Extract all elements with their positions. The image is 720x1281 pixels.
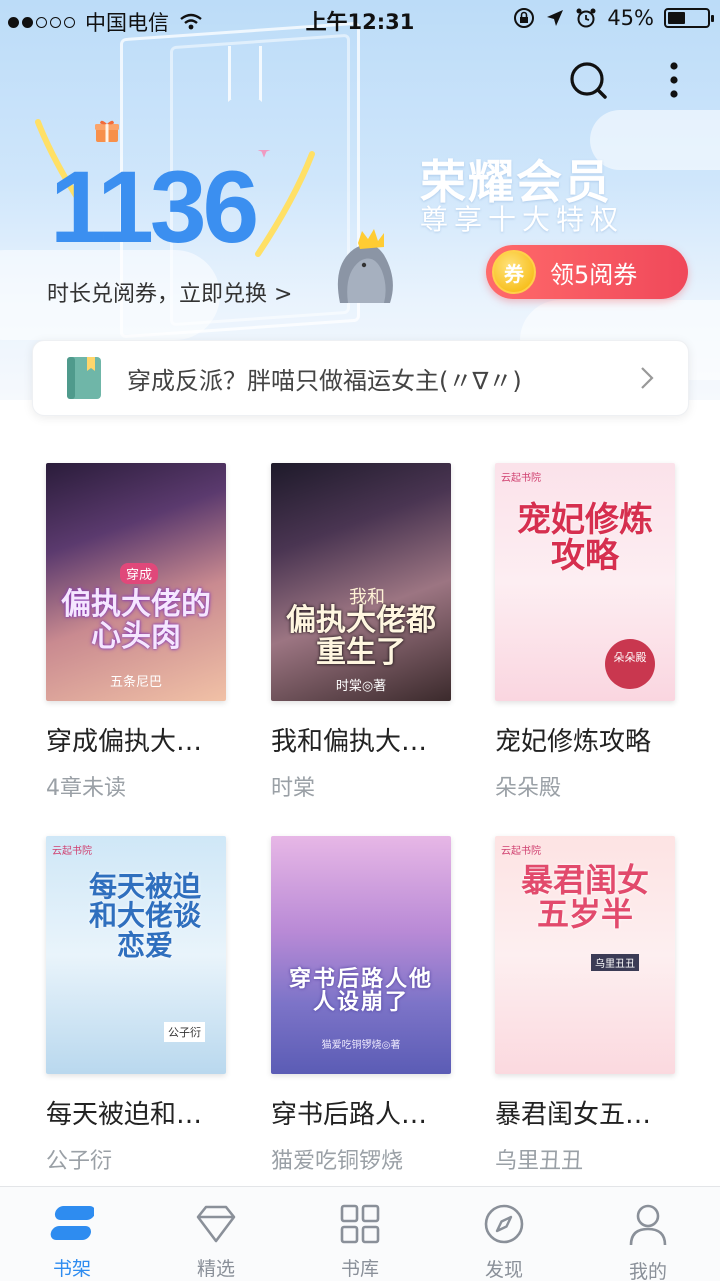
book-title: 我和偏执大… [271,727,428,757]
book-item[interactable]: 穿书后路人他人设崩了 猫爱吃铜锣烧◎著 穿书后路人… 猫爱吃铜锣烧 [271,836,451,1175]
book-item[interactable]: 云起书院 宠妃修炼攻略 朵朵殿 宠妃修炼攻略 朵朵殿 [495,463,675,802]
cover-author: 时棠◎著 [335,679,387,694]
tab-profile[interactable]: 我的 [576,1187,720,1281]
reading-minutes: 1136 [50,150,259,264]
search-button[interactable] [568,60,608,100]
penguin-mascot-icon [337,229,393,303]
tab-bookshelf[interactable]: 书架 [0,1187,144,1281]
sparkle-decoration [255,150,315,257]
bottom-tab-bar: 书架 精选 书库 发现 我的 [0,1186,720,1281]
cover-author: 朵朵殿 [605,639,655,689]
cover-author: 公子衍 [164,1022,205,1042]
cover-author: 猫爱吃铜锣烧◎著 [321,1040,401,1051]
grid-icon [340,1204,380,1243]
cover-publisher-tag: 云起书院 [52,846,92,857]
exchange-link[interactable]: 时长兑阅券，立即兑换 > [47,276,292,308]
book-title: 每天被迫和… [46,1100,203,1130]
book-cover[interactable]: 穿成 偏执大佬的心头肉 五条尼巴 [46,463,226,701]
book-author: 朵朵殿 [495,776,562,801]
cover-title: 暴君闺女五岁半 [520,861,649,933]
rotation-lock-icon [514,8,535,28]
book-cover[interactable]: 我和 偏执大佬都重生了 时棠◎著 [271,463,451,701]
diamond-icon [196,1205,236,1242]
chevron-right-icon [641,367,654,389]
tab-discover[interactable]: 发现 [432,1187,576,1281]
claim-coupon-label: 领5阅券 [550,260,638,289]
book-author: 时棠 [271,776,316,801]
book-cover[interactable]: 云起书院 每天被迫和大佬谈恋爱 公子衍 [46,836,226,1074]
tab-label: 我的 [628,1261,667,1281]
book-title: 暴君闺女五… [495,1100,652,1130]
cover-title: 宠妃修炼攻略 [517,500,653,576]
book-item[interactable]: 云起书院 每天被迫和大佬谈恋爱 公子衍 每天被迫和… 公子衍 [46,836,226,1175]
cover-title: 偏执大佬都重生了 [286,603,436,670]
tab-library[interactable]: 书库 [288,1187,432,1281]
bookshelf-icon [50,1205,94,1240]
book-item[interactable]: 穿成 偏执大佬的心头肉 五条尼巴 穿成偏执大… 4章未读 [46,463,226,802]
search-icon [570,62,607,99]
cover-publisher-tag: 穿成 [120,563,159,584]
tab-featured[interactable]: 精选 [144,1187,288,1281]
book-item[interactable]: 云起书院 暴君闺女五岁半 乌里丑丑 暴君闺女五… 乌里丑丑 [495,836,675,1175]
cover-author: 乌里丑丑 [591,954,639,971]
book-author: 乌里丑丑 [495,1149,584,1174]
coupon-coin-icon: 券 [492,250,536,294]
alarm-icon [576,8,596,28]
book-progress: 4章未读 [46,776,126,801]
tab-label: 精选 [196,1258,235,1280]
book-cover[interactable]: 穿书后路人他人设崩了 猫爱吃铜锣烧◎著 [271,836,451,1074]
book-cover[interactable]: 云起书院 宠妃修炼攻略 朵朵殿 [495,463,675,701]
compass-icon [484,1204,524,1244]
cover-author: 五条尼巴 [109,675,162,690]
cover-title: 偏执大佬的心头肉 [61,587,211,654]
cover-title: 穿书后路人他人设崩了 [288,966,433,1016]
battery-percent: 45% [607,6,654,30]
tab-label: 发现 [484,1259,523,1281]
book-icon [67,357,101,399]
person-icon [629,1204,667,1246]
recommendation-banner[interactable]: 穿成反派？胖喵只做福运女主(〃∇〃) [32,340,689,416]
gift-icon [95,120,119,142]
book-title: 穿成偏执大… [46,727,203,757]
book-item[interactable]: 我和 偏执大佬都重生了 时棠◎著 我和偏执大… 时棠 [271,463,451,802]
cover-title: 每天被迫和大佬谈恋爱 [88,870,201,962]
book-author: 公子衍 [46,1149,113,1174]
recommendation-text: 穿成反派？胖喵只做福运女主(〃∇〃) [127,366,522,395]
cover-publisher-tag: 云起书院 [501,473,541,484]
status-bar: 中国电信 上午12:31 45% [0,0,720,40]
more-vertical-icon [670,62,678,98]
battery-icon [664,8,714,28]
vip-subtitle: 尊享十大特权 [420,203,625,236]
battery-level [668,12,686,24]
tab-label: 书架 [52,1258,91,1280]
book-cover[interactable]: 云起书院 暴君闺女五岁半 乌里丑丑 [495,836,675,1074]
cover-publisher-tag: 云起书院 [501,846,541,857]
tab-label: 书库 [340,1258,379,1280]
book-title: 宠妃修炼攻略 [495,727,652,757]
claim-coupon-button[interactable]: 券 领5阅券 [486,245,688,299]
more-button[interactable] [654,60,694,100]
location-icon [547,10,564,26]
book-author: 猫爱吃铜锣烧 [271,1149,404,1174]
book-title: 穿书后路人… [271,1100,428,1130]
